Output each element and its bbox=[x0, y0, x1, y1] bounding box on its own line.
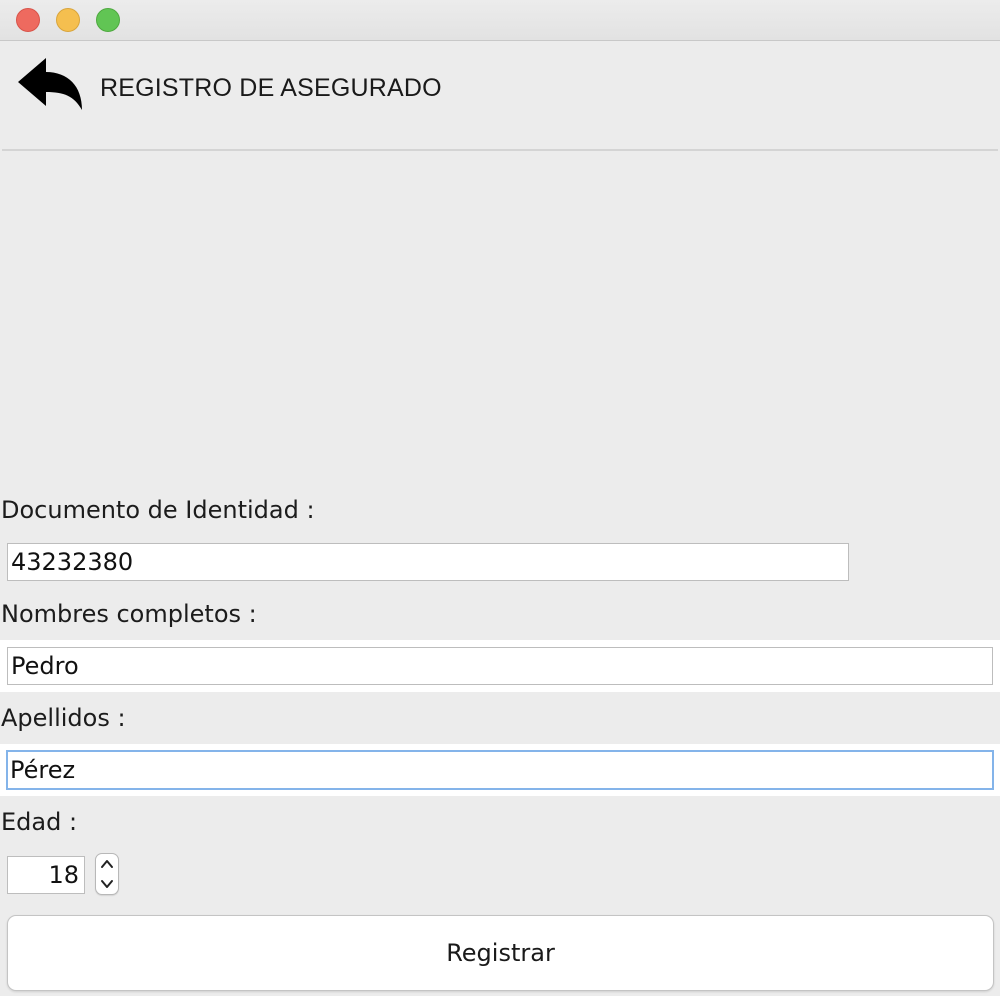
window-titlebar bbox=[0, 0, 1000, 41]
documento-input[interactable] bbox=[7, 543, 849, 581]
maximize-button[interactable] bbox=[96, 8, 120, 32]
edad-spinner-input[interactable] bbox=[7, 856, 85, 894]
nombres-label: Nombres completos : bbox=[1, 600, 257, 628]
edad-label: Edad : bbox=[1, 808, 78, 836]
apellidos-input[interactable] bbox=[6, 750, 994, 790]
documento-label: Documento de Identidad : bbox=[1, 496, 315, 524]
minimize-button[interactable] bbox=[56, 8, 80, 32]
apellidos-label: Apellidos : bbox=[1, 704, 126, 732]
close-button[interactable] bbox=[16, 8, 40, 32]
register-button[interactable]: Registrar bbox=[7, 915, 994, 991]
edad-spinner bbox=[95, 853, 119, 895]
spinner-down-icon[interactable] bbox=[96, 874, 118, 894]
page-title: REGISTRO DE ASEGURADO bbox=[100, 74, 442, 102]
nombres-input[interactable] bbox=[7, 647, 993, 685]
spinner-up-icon[interactable] bbox=[96, 854, 118, 874]
header-divider bbox=[2, 149, 998, 151]
back-arrow-icon[interactable] bbox=[16, 56, 84, 112]
